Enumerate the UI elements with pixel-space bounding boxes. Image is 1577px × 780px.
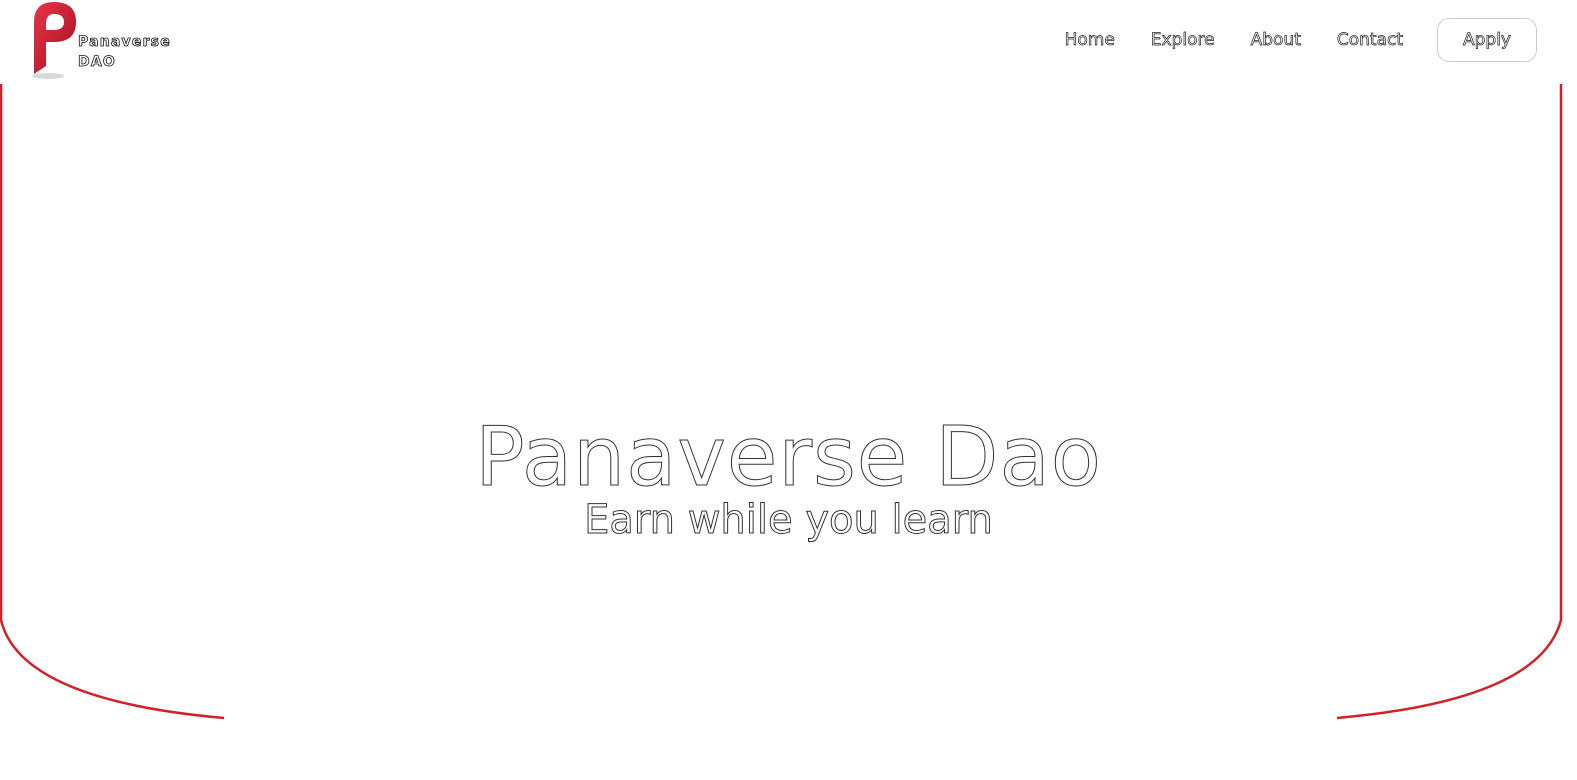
panaverse-p-logo-icon: [32, 2, 76, 79]
hero-frame-right-curve: [1336, 84, 1563, 720]
nav-link-about[interactable]: About: [1250, 30, 1301, 51]
hero-frame: [0, 84, 1563, 720]
navbar: Panaverse DAO Home Explore About Contact…: [0, 0, 1577, 84]
apply-button[interactable]: Apply: [1437, 18, 1537, 62]
nav-links: Home Explore About Contact Apply: [1064, 17, 1537, 63]
brand-name-line1: Panaverse: [78, 34, 171, 51]
nav-link-home[interactable]: Home: [1064, 30, 1115, 51]
brand-logo[interactable]: Panaverse DAO: [26, 0, 186, 82]
hero-title: Panaverse Dao: [475, 410, 1102, 506]
nav-link-contact[interactable]: Contact: [1337, 30, 1404, 51]
hero-section: Panaverse Dao Earn while you learn: [0, 410, 1577, 544]
hero-frame-left-curve: [0, 84, 225, 720]
brand-name-line2: DAO: [78, 54, 116, 71]
hero-subtitle: Earn while you learn: [584, 497, 994, 544]
brand-name: Panaverse DAO: [78, 32, 171, 72]
nav-link-explore[interactable]: Explore: [1150, 30, 1214, 51]
